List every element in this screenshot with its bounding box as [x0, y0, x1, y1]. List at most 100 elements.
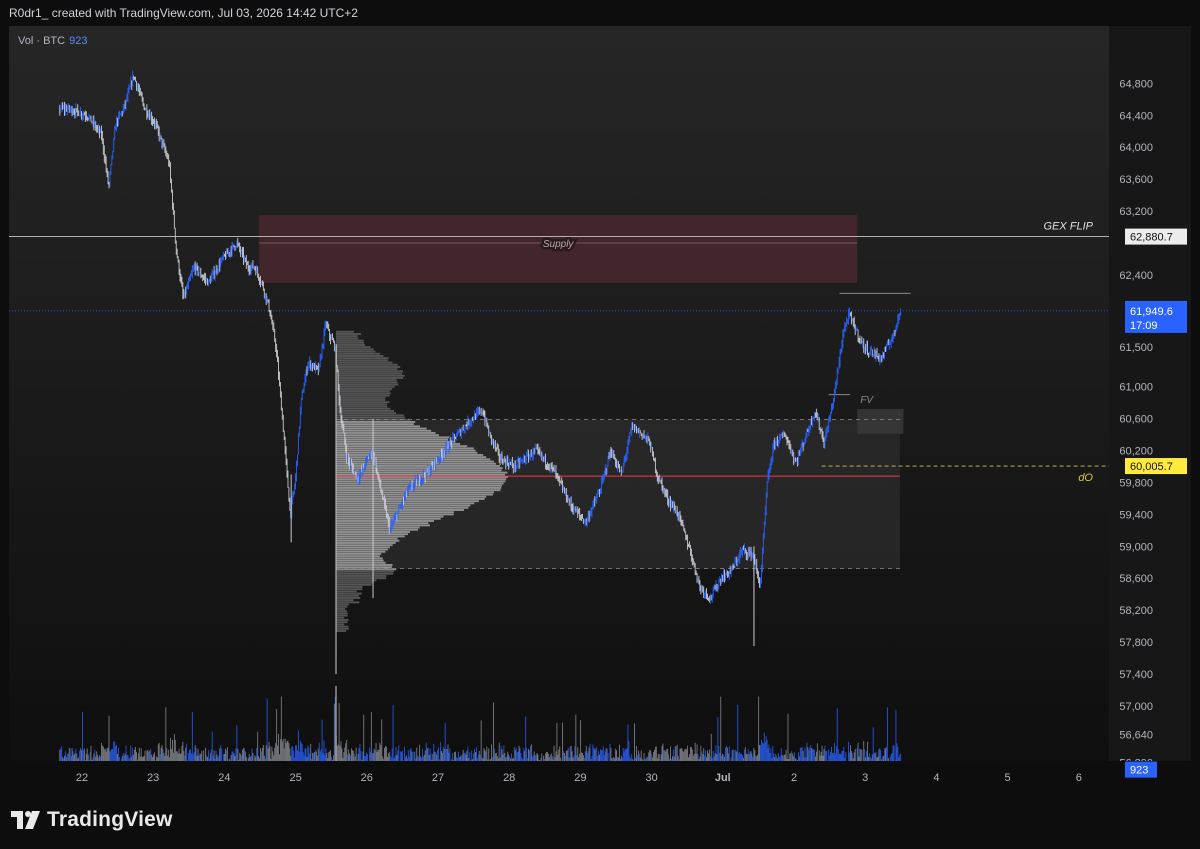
current-price-label: 61,949.6: [1130, 306, 1173, 318]
profile-row: [336, 524, 430, 527]
profile-row: [336, 390, 390, 393]
profile-row: [336, 427, 427, 430]
profile-row: [336, 394, 390, 397]
profile-row: [336, 605, 348, 608]
fv-zone-label: FV: [860, 395, 874, 406]
profile-row: [336, 467, 503, 470]
profile-row: [336, 396, 386, 399]
tradingview-logo-icon: [11, 811, 40, 829]
x-tick-label: 23: [147, 772, 159, 784]
profile-row: [336, 357, 389, 360]
profile-row: [336, 456, 487, 459]
profile-row: [336, 330, 354, 333]
x-tick-label: 25: [289, 772, 301, 784]
profile-row: [336, 548, 388, 551]
profile-row: [336, 405, 388, 408]
profile-row: [336, 445, 468, 448]
profile-row: [336, 533, 408, 536]
profile-row: [336, 599, 354, 602]
profile-row: [336, 621, 348, 624]
profile-row: [336, 588, 363, 591]
profile-row: [336, 414, 404, 417]
profile-row: [336, 575, 387, 577]
y-tick-label: 57,800: [1119, 637, 1153, 649]
profile-row: [336, 528, 418, 531]
profile-row: [336, 493, 493, 496]
profile-row: [336, 557, 383, 560]
profile-row: [336, 381, 398, 384]
profile-row: [336, 449, 476, 452]
x-tick-label: 28: [503, 772, 515, 784]
profile-row: [336, 590, 357, 593]
profile-row: [336, 520, 434, 522]
profile-row: [336, 544, 393, 547]
profile-row: [336, 372, 402, 375]
d0-label: dO: [1078, 472, 1093, 484]
profile-row: [336, 352, 381, 355]
x-tick-label: 26: [361, 772, 373, 784]
profile-row: [336, 623, 345, 626]
y-tick-label: 59,000: [1119, 541, 1153, 553]
y-tick-label: 59,800: [1119, 477, 1153, 489]
profile-row: [336, 579, 377, 582]
chart-area[interactable]: Supply FV 64,800 64,400 64,000 63,600 63,200 6…: [9, 26, 1191, 788]
profile-row: [336, 566, 392, 569]
profile-row: [336, 462, 497, 465]
profile-row: [336, 619, 349, 621]
footer: [0, 788, 1200, 849]
profile-row: [336, 344, 365, 346]
profile-row: [336, 399, 386, 401]
volume-legend[interactable]: Vol · BTC 923: [18, 35, 87, 47]
profile-row: [336, 612, 348, 615]
profile-row: [336, 546, 390, 549]
y-tick-label: 62,400: [1119, 270, 1153, 282]
x-tick-label: 2: [791, 772, 797, 784]
profile-row: [336, 443, 461, 445]
profile-row: [336, 401, 390, 404]
y-tick-label: 60,600: [1119, 414, 1153, 426]
profile-row: [336, 509, 465, 511]
time-axis: [9, 761, 1191, 788]
profile-row: [336, 429, 432, 432]
profile-row: [336, 572, 394, 575]
x-tick-label: 24: [218, 772, 230, 784]
profile-row: [336, 537, 398, 540]
profile-row: [336, 436, 450, 439]
profile-row: [336, 350, 376, 353]
x-tick-label: 4: [933, 772, 939, 784]
profile-row: [336, 388, 393, 390]
profile-row: [336, 630, 347, 632]
x-tick-label: 27: [432, 772, 444, 784]
x-tick-label: Jul: [715, 772, 731, 784]
y-tick-label: 64,800: [1119, 78, 1153, 90]
profile-row: [336, 498, 485, 500]
profile-row: [336, 412, 397, 415]
y-tick-label: 60,200: [1119, 446, 1153, 458]
profile-row: [336, 458, 491, 461]
profile-row: [336, 407, 391, 410]
profile-row: [336, 421, 416, 423]
profile-row: [336, 625, 349, 628]
chart-title: R0dr1_ created with TradingView.com, Jul…: [9, 6, 358, 20]
y-tick-label: 64,400: [1119, 110, 1153, 122]
profile-row: [336, 403, 387, 406]
countdown-label: 17:09: [1130, 320, 1158, 332]
profile-row: [336, 614, 348, 617]
y-tick-label: 59,400: [1119, 509, 1153, 521]
volume-value-label: 923: [1130, 765, 1148, 777]
tradingview-logo[interactable]: TradingView: [11, 808, 173, 832]
profile-row: [336, 348, 374, 351]
y-tick-label: 64,000: [1119, 142, 1153, 154]
profile-row: [336, 583, 372, 586]
profile-row: [336, 526, 420, 529]
profile-row: [336, 561, 386, 564]
profile-row: [336, 434, 439, 437]
profile-row: [336, 416, 405, 419]
brand-name: TradingView: [47, 808, 173, 831]
profile-row: [336, 550, 386, 553]
profile-row: [336, 592, 362, 595]
price-chart[interactable]: Supply FV 64,800 64,400 64,000 63,600 63,200 6…: [9, 26, 1191, 788]
profile-row: [336, 616, 345, 619]
x-tick-label: 5: [1005, 772, 1011, 784]
gex-flip-label: GEX FLIP: [1043, 221, 1093, 233]
